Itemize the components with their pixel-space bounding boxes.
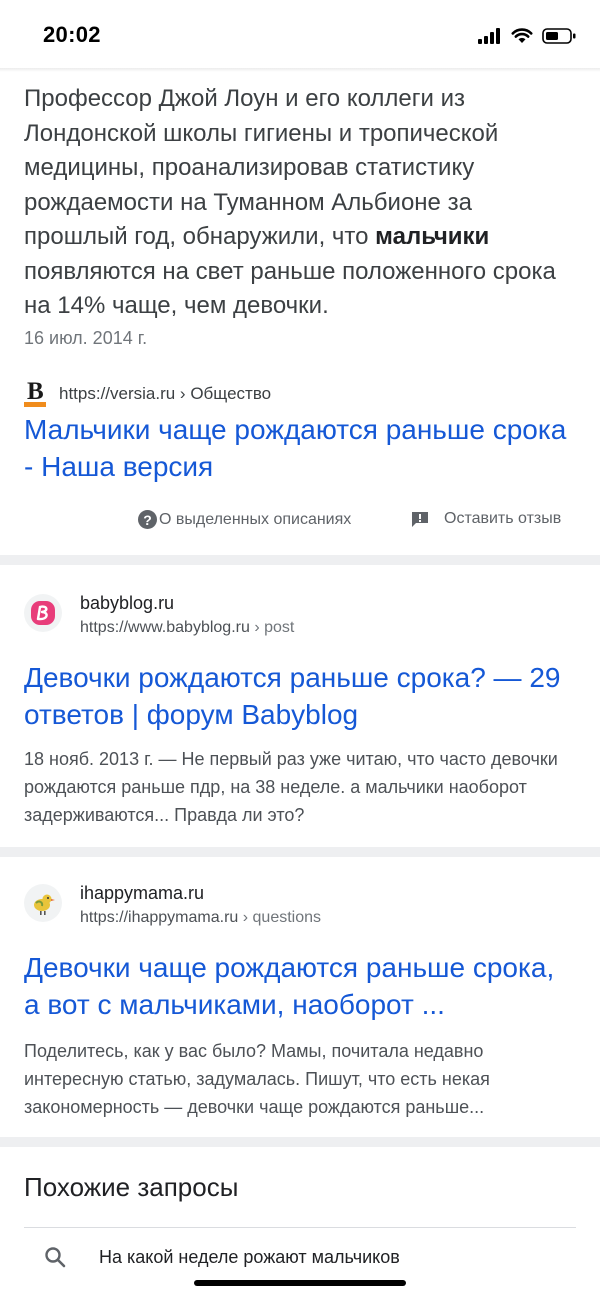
result-url-path: › post	[249, 619, 295, 636]
result-divider	[0, 1137, 600, 1147]
result-site-name: ihappymama.ru	[80, 883, 205, 903]
result-site-name: babyblog.ru	[80, 593, 175, 613]
snippet-highlight: мальчики	[375, 223, 490, 250]
status-time: 20:02	[43, 22, 101, 47]
featured-snippet-text: Профессор Джой Лоун и его коллеги из Лон…	[24, 82, 576, 324]
featured-source-url: https://versia.ru › Общество	[59, 384, 272, 403]
header-shadow	[0, 68, 600, 72]
home-indicator[interactable]	[194, 1280, 406, 1286]
status-bar: 20:02	[0, 0, 600, 70]
search-icon	[45, 1247, 66, 1268]
help-icon: ?	[138, 510, 157, 529]
result-title-link[interactable]: Девочки чаще рождаются раньше срока, а в…	[24, 949, 576, 1023]
result-divider	[0, 847, 600, 857]
result-source-ihappymama[interactable]: ihappymama.ru https://ihappymama.ru › qu…	[24, 882, 321, 929]
result-source-babyblog[interactable]: babyblog.ru https://www.babyblog.ru › po…	[24, 592, 294, 639]
cellular-signal-icon	[478, 28, 500, 44]
leave-feedback-link[interactable]: Оставить отзыв	[411, 510, 561, 528]
featured-source[interactable]: B https://versia.ru › Общество	[24, 378, 272, 408]
result-url-host: https://ihappymama.ru	[80, 909, 239, 926]
result-site-url: https://www.babyblog.ru › post	[80, 617, 294, 639]
result-title-link[interactable]: Девочки рождаются раньше срока? — 29 отв…	[24, 659, 576, 733]
snippet-text-part: появляются на свет раньше положенного ср…	[24, 257, 556, 320]
related-search-label: На какой неделе рожают мальчиков	[99, 1246, 400, 1267]
feedback-label: Оставить отзыв	[444, 510, 562, 527]
wifi-icon	[511, 28, 533, 43]
related-searches-title: Похожие запросы	[24, 1172, 239, 1202]
result-url-path: › questions	[238, 909, 322, 926]
snippet-date: 16 июл. 2014 г.	[24, 328, 148, 348]
result-site-url: https://ihappymama.ru › questions	[80, 907, 321, 929]
result-description: 18 нояб. 2013 г. — Не первый раз уже чит…	[24, 749, 558, 825]
battery-icon	[542, 28, 576, 44]
related-divider	[24, 1227, 576, 1228]
versia-logo-icon: B	[24, 378, 46, 407]
feedback-icon	[412, 512, 428, 527]
result-description: Поделитесь, как у вас было? Мамы, почита…	[24, 1041, 490, 1117]
related-search-item[interactable]: На какой неделе рожают мальчиков	[24, 1237, 576, 1277]
about-featured-snippets-link[interactable]: ? О выделенных описаниях	[138, 510, 351, 529]
status-icons	[478, 24, 576, 48]
about-label: О выделенных описаниях	[159, 510, 352, 528]
result-divider	[0, 555, 600, 565]
featured-result-title-link[interactable]: Мальчики чаще рождаются раньше срока - Н…	[24, 411, 576, 485]
result-url-host: https://www.babyblog.ru	[80, 619, 250, 636]
babyblog-favicon-icon	[24, 594, 62, 632]
ihappymama-favicon-icon	[24, 884, 62, 922]
